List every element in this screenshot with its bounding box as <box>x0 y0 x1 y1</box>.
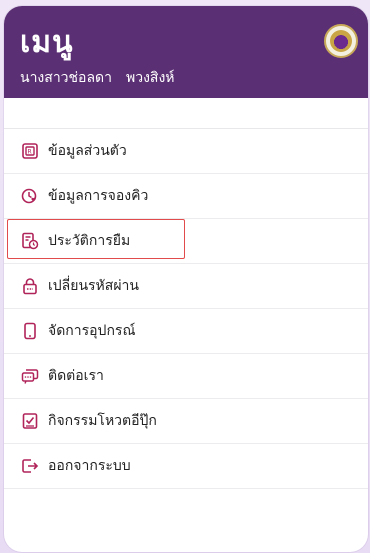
menu-item-contact-us[interactable]: ติดต่อเรา <box>4 354 368 399</box>
menu-list: R ข้อมูลส่วนตัว ข้อมูลการจองคิว ประวัติก… <box>4 129 368 489</box>
page-title: เมนู <box>20 25 74 60</box>
menu-item-label: ติดต่อเรา <box>48 368 104 384</box>
logout-icon <box>22 459 39 473</box>
menu-item-vote-activity[interactable]: กิจกรรมโหวตอีปุ๊ก <box>4 399 368 444</box>
user-last-name: พวงสิงห์ <box>125 70 175 86</box>
chat-bubbles-icon <box>21 369 39 384</box>
borrow-history-icon <box>22 232 39 250</box>
menu-item-logout[interactable]: ออกจากระบบ <box>4 444 368 489</box>
menu-item-manage-devices[interactable]: จัดการอุปกรณ์ <box>4 309 368 354</box>
menu-item-label: เปลี่ยนรหัสผ่าน <box>48 278 139 294</box>
menu-item-label: ข้อมูลการจองคิว <box>48 188 149 204</box>
lock-icon <box>23 278 37 295</box>
vote-checkbox-icon <box>22 413 38 429</box>
menu-item-label: ประวัติการยืม <box>48 233 131 249</box>
id-card-icon: R <box>22 143 38 159</box>
user-first-name: นางสาวช่อลดา <box>20 70 112 86</box>
svg-text:R: R <box>28 149 32 156</box>
menu-header: เมนู นางสาวช่อลดา พวงสิงห์ <box>4 6 368 98</box>
menu-item-label: ออกจากระบบ <box>48 458 131 474</box>
user-name: นางสาวช่อลดา พวงสิงห์ <box>20 69 175 87</box>
university-logo-avatar[interactable] <box>324 24 358 58</box>
menu-item-profile[interactable]: R ข้อมูลส่วนตัว <box>4 129 368 174</box>
menu-item-label: จัดการอุปกรณ์ <box>48 323 136 339</box>
university-seal-icon <box>330 30 352 52</box>
menu-item-label: กิจกรรมโหวตอีปุ๊ก <box>48 413 157 429</box>
mobile-device-icon <box>24 322 36 340</box>
menu-item-label: ข้อมูลส่วนตัว <box>48 143 127 159</box>
menu-panel: เมนู นางสาวช่อลดา พวงสิงห์ R ข้อมูลส่วนตั… <box>4 6 368 552</box>
menu-item-borrow-history[interactable]: ประวัติการยืม <box>4 219 368 264</box>
clock-heart-icon <box>21 188 37 204</box>
menu-item-change-password[interactable]: เปลี่ยนรหัสผ่าน <box>4 264 368 309</box>
menu-item-booking[interactable]: ข้อมูลการจองคิว <box>4 174 368 219</box>
